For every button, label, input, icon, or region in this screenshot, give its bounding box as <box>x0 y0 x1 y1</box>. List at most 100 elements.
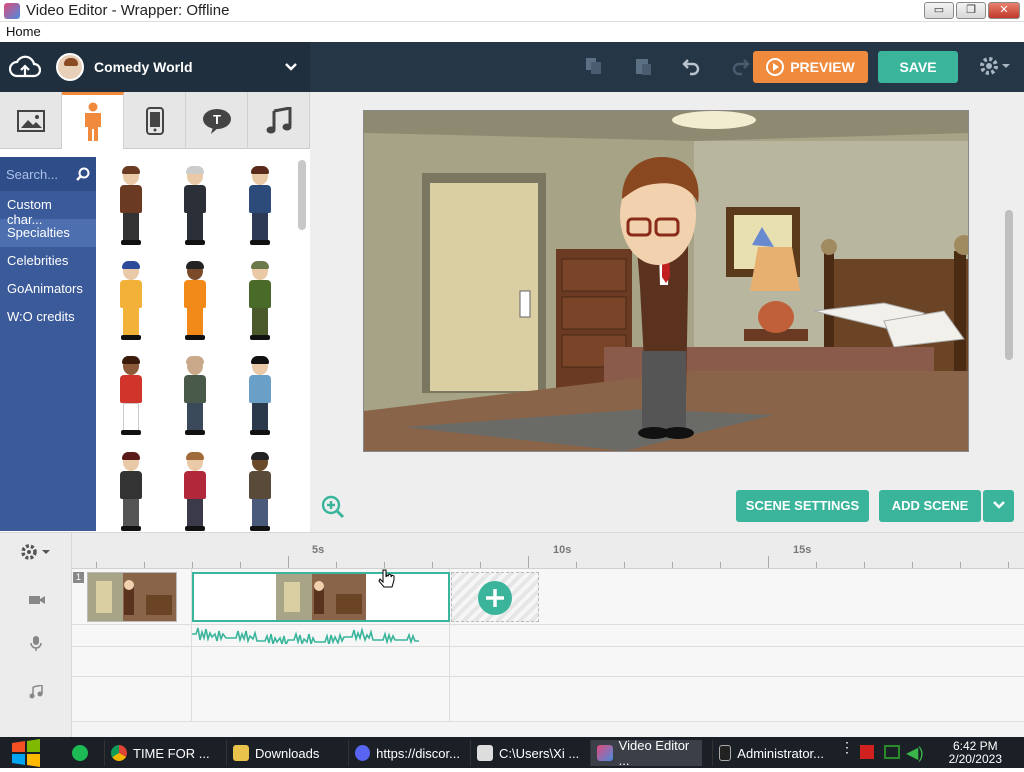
scene-2-clip[interactable] <box>192 572 450 622</box>
tab-text[interactable]: T <box>186 92 248 149</box>
character-thumbnail[interactable] <box>115 356 145 435</box>
scene-settings-button[interactable]: SCENE SETTINGS <box>736 490 869 522</box>
chevron-down-icon[interactable] <box>284 59 298 75</box>
folder-icon <box>233 745 249 761</box>
taskbar-clock[interactable]: 6:42 PM 2/20/2023 <box>949 740 1002 766</box>
sidebar-item-wo-credits[interactable]: W:O credits <box>0 303 96 331</box>
character-thumbnail[interactable] <box>115 261 145 340</box>
add-scene-placeholder[interactable] <box>451 572 539 622</box>
window-title: Video Editor - Wrapper: Offline <box>26 2 230 19</box>
scene-number: 1 <box>73 572 84 583</box>
voice-waveform[interactable] <box>192 624 450 648</box>
network-icon[interactable] <box>884 745 900 759</box>
character-thumbnail[interactable] <box>179 452 209 531</box>
editor-toolbar: Comedy World PREVIEW SAVE <box>0 42 1024 92</box>
music-track-icon <box>29 684 43 704</box>
window-titlebar: Video Editor - Wrapper: Offline ▭ ❐ ✕ <box>0 0 1024 22</box>
search-icon <box>76 167 90 181</box>
timeline: 5s 10s 15s <box>0 532 1024 738</box>
redo-icon[interactable] <box>729 56 751 78</box>
character-grid <box>96 157 310 531</box>
character-thumbnail[interactable] <box>244 452 274 531</box>
minimize-button[interactable]: ▭ <box>924 2 954 19</box>
stage-scrollbar[interactable] <box>1005 210 1013 360</box>
spotify-icon[interactable] <box>72 745 88 761</box>
preview-button[interactable]: PREVIEW <box>753 51 868 83</box>
timeline-ruler[interactable]: 5s 10s 15s <box>72 533 1024 569</box>
save-button[interactable]: SAVE <box>878 51 958 83</box>
tick-label: 5s <box>312 544 325 556</box>
taskbar-item-cmd[interactable]: Administrator... <box>712 740 824 766</box>
wrapper-icon <box>597 745 613 761</box>
more-icon[interactable]: ⋮ <box>840 740 854 761</box>
paste-icon[interactable] <box>632 56 654 78</box>
music-track-2 <box>72 677 1024 722</box>
music-note-icon <box>266 106 291 133</box>
terminal-icon <box>719 745 732 761</box>
sidebar-item-celebrities[interactable]: Celebrities <box>0 247 96 275</box>
character-thumbnail[interactable] <box>244 166 274 245</box>
character-thumbnail[interactable] <box>179 166 209 245</box>
discord-icon <box>355 745 371 761</box>
preview-label: PREVIEW <box>790 59 855 75</box>
tab-backgrounds[interactable] <box>0 92 62 149</box>
add-scene-button[interactable]: ADD SCENE <box>879 490 981 522</box>
windows-taskbar: TIME FOR ... Downloads https://discor...… <box>0 737 1024 768</box>
volume-icon[interactable]: ◀) <box>906 743 924 763</box>
maximize-button[interactable]: ❐ <box>956 2 986 19</box>
undo-icon[interactable] <box>681 56 703 78</box>
character-thumbnail[interactable] <box>244 356 274 435</box>
taskbar-item-discord[interactable]: https://discor... <box>348 740 460 766</box>
taskbar-label: Video Editor ... <box>618 738 690 768</box>
search-input[interactable]: Search... <box>6 167 58 182</box>
scene-2-thumbnail <box>276 574 366 620</box>
gear-icon[interactable] <box>978 54 1012 84</box>
taskbar-label: https://discor... <box>376 745 460 761</box>
close-button[interactable]: ✕ <box>988 2 1020 19</box>
tick-label: 15s <box>793 544 812 556</box>
character-thumbnail[interactable] <box>179 356 209 435</box>
zoom-in-icon[interactable] <box>321 495 345 519</box>
menu-bar: Home <box>0 22 1024 42</box>
scene-canvas[interactable] <box>363 110 969 452</box>
taskbar-item-chrome[interactable]: TIME FOR ... <box>104 740 216 766</box>
taskbar-item-video-editor[interactable]: Video Editor ... <box>590 738 702 768</box>
music-track-1 <box>72 647 1024 677</box>
tab-characters[interactable] <box>62 92 124 149</box>
chrome-icon <box>111 745 127 761</box>
microphone-icon <box>30 635 42 656</box>
taskbar-label: C:\Users\Xi ... <box>499 745 580 761</box>
cloud-upload-icon[interactable] <box>8 52 42 82</box>
play-icon <box>766 58 785 76</box>
timeline-gear-icon[interactable] <box>20 543 52 566</box>
archive-icon <box>477 745 493 761</box>
taskbar-label: TIME FOR ... <box>133 745 210 761</box>
plus-circle-icon <box>478 581 512 615</box>
app-icon <box>4 2 20 19</box>
windows-start-icon[interactable] <box>10 739 42 772</box>
flag-icon[interactable] <box>860 745 874 759</box>
menu-home[interactable]: Home <box>6 24 41 39</box>
scene-1-thumbnail[interactable] <box>87 572 177 622</box>
taskbar-item-downloads[interactable]: Downloads <box>226 740 338 766</box>
character-thumbnail[interactable] <box>115 452 145 531</box>
tab-props[interactable] <box>124 92 186 149</box>
sidebar-item-goanimators[interactable]: GoAnimators <box>0 275 96 303</box>
category-sidebar: Search... Custom char... Specialties Cel… <box>0 157 96 531</box>
taskbar-item-7zip[interactable]: C:\Users\Xi ... <box>470 740 582 766</box>
character-thumbnail[interactable] <box>179 261 209 340</box>
character-scrollbar[interactable] <box>298 160 306 230</box>
search-box[interactable]: Search... <box>0 157 96 191</box>
character-thumbnail[interactable] <box>244 261 274 340</box>
project-selector[interactable]: Comedy World <box>0 42 310 92</box>
copy-icon[interactable] <box>583 56 605 78</box>
taskbar-label: Administrator... <box>737 745 824 761</box>
add-scene-dropdown[interactable] <box>983 490 1014 522</box>
character-thumbnail[interactable] <box>115 166 145 245</box>
person-icon <box>84 102 101 141</box>
image-icon <box>16 109 45 132</box>
sidebar-item-custom[interactable]: Custom char... <box>0 191 96 227</box>
tab-sounds[interactable] <box>248 92 310 149</box>
chevron-down-icon <box>992 501 1005 509</box>
video-camera-icon <box>28 593 46 611</box>
